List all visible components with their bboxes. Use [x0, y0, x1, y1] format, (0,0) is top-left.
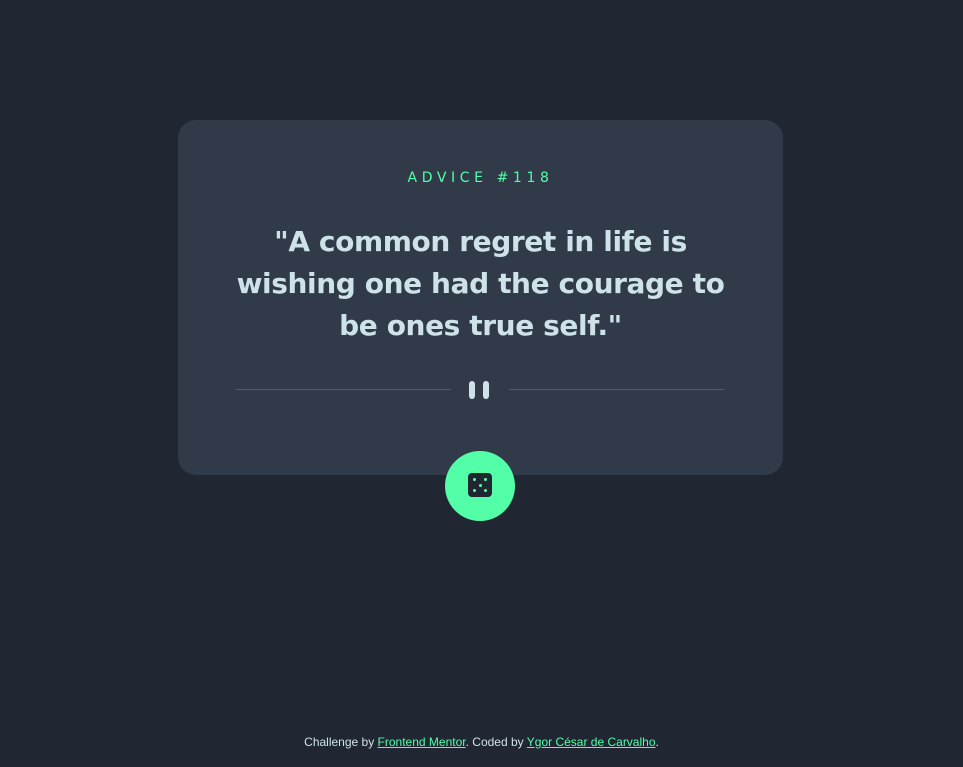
footer-attribution: Challenge by Frontend Mentor. Coded by Y…: [0, 735, 963, 749]
dice-icon: [468, 473, 492, 497]
advice-quote: "A common regret in life is wishing one …: [236, 225, 725, 342]
divider-line-left: [236, 389, 451, 390]
footer-middle: . Coded by: [465, 735, 527, 749]
advice-card: ADVICE #118 "A common regret in life is …: [178, 120, 783, 475]
footer-prefix: Challenge by: [304, 735, 378, 749]
author-link[interactable]: Ygor César de Carvalho: [527, 735, 656, 749]
advice-label: ADVICE #118: [407, 170, 554, 186]
frontend-mentor-link[interactable]: Frontend Mentor: [378, 735, 466, 749]
new-advice-button[interactable]: [445, 451, 515, 521]
footer-suffix: .: [655, 735, 659, 749]
pause-icon: [468, 381, 492, 399]
divider-line-right: [509, 389, 724, 390]
divider: [236, 380, 724, 400]
